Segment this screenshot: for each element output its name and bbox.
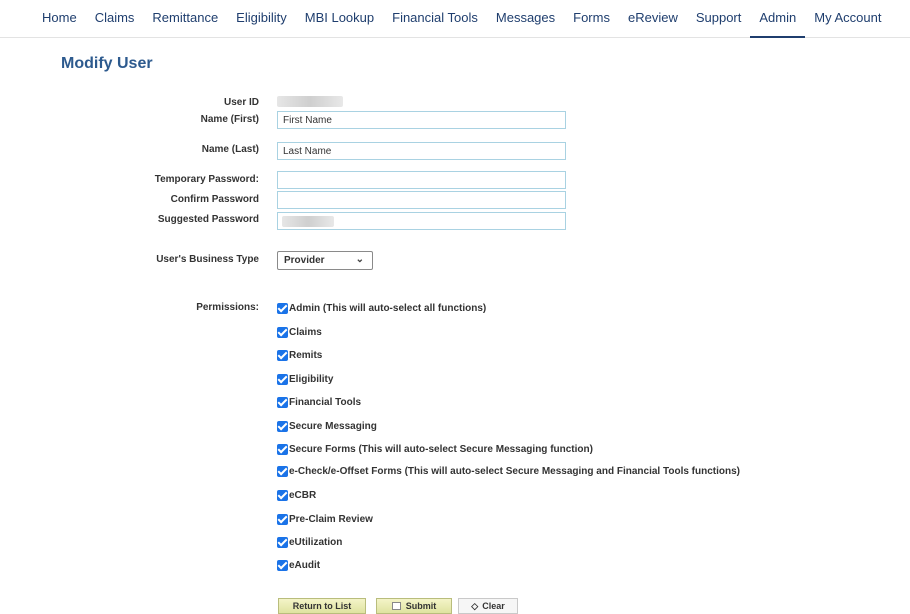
clear-button[interactable]: ◇ Clear bbox=[458, 598, 518, 614]
permission-financial-tools[interactable]: Financial Tools bbox=[277, 397, 361, 408]
nav-forms[interactable]: Forms bbox=[564, 0, 619, 38]
permission-eaudit[interactable]: eAudit bbox=[277, 560, 320, 571]
checkbox-checked-icon[interactable] bbox=[277, 537, 288, 548]
permission-eligibility[interactable]: Eligibility bbox=[277, 374, 333, 385]
nav-messages[interactable]: Messages bbox=[487, 0, 564, 38]
confirm-password-input[interactable] bbox=[277, 191, 566, 209]
permission-echeck-eoffset-forms[interactable]: e-Check/e-Offset Forms (This will auto-s… bbox=[277, 466, 740, 477]
nav-remittance[interactable]: Remittance bbox=[143, 0, 227, 38]
permission-claims[interactable]: Claims bbox=[277, 327, 322, 338]
nav-mbi-lookup[interactable]: MBI Lookup bbox=[296, 0, 383, 38]
return-to-list-button[interactable]: Return to List bbox=[278, 598, 366, 614]
last-name-label: Name (Last) bbox=[201, 144, 259, 155]
suggested-password-field bbox=[277, 212, 566, 230]
nav-support[interactable]: Support bbox=[687, 0, 751, 38]
suggested-password-redacted bbox=[282, 216, 334, 227]
confirm-password-label: Confirm Password bbox=[170, 194, 259, 205]
chevron-down-icon: ⌄ bbox=[355, 254, 364, 265]
permission-secure-messaging[interactable]: Secure Messaging bbox=[277, 421, 377, 432]
temporary-password-input[interactable] bbox=[277, 171, 566, 189]
business-type-select[interactable]: Provider ⌄ bbox=[277, 251, 373, 270]
user-id-value-redacted bbox=[277, 96, 343, 107]
permission-admin[interactable]: Admin (This will auto-select all functio… bbox=[277, 303, 486, 314]
temporary-password-label: Temporary Password: bbox=[154, 174, 259, 185]
page-title: Modify User bbox=[61, 55, 153, 72]
checkbox-checked-icon[interactable] bbox=[277, 421, 288, 432]
checkbox-checked-icon[interactable] bbox=[277, 327, 288, 338]
nav-financial-tools[interactable]: Financial Tools bbox=[383, 0, 487, 38]
search-icon bbox=[391, 602, 401, 610]
checkbox-checked-icon[interactable] bbox=[277, 303, 288, 314]
checkbox-checked-icon[interactable] bbox=[277, 444, 288, 455]
checkbox-checked-icon[interactable] bbox=[277, 374, 288, 385]
checkbox-checked-icon[interactable] bbox=[277, 514, 288, 525]
last-name-input[interactable] bbox=[277, 142, 566, 160]
checkbox-checked-icon[interactable] bbox=[277, 490, 288, 501]
permission-eutilization[interactable]: eUtilization bbox=[277, 537, 342, 548]
diamond-icon: ◇ bbox=[471, 600, 479, 611]
nav-eligibility[interactable]: Eligibility bbox=[227, 0, 296, 38]
nav-claims[interactable]: Claims bbox=[86, 0, 144, 38]
suggested-password-label: Suggested Password bbox=[157, 214, 259, 225]
permission-remits[interactable]: Remits bbox=[277, 350, 322, 361]
checkbox-checked-icon[interactable] bbox=[277, 466, 288, 477]
top-navigation: Home Claims Remittance Eligibility MBI L… bbox=[0, 0, 910, 38]
permission-ecbr[interactable]: eCBR bbox=[277, 490, 316, 501]
business-type-label: User's Business Type bbox=[156, 254, 259, 265]
nav-ereview[interactable]: eReview bbox=[619, 0, 687, 38]
first-name-input[interactable] bbox=[277, 111, 566, 129]
checkbox-checked-icon[interactable] bbox=[277, 560, 288, 571]
business-type-value: Provider bbox=[284, 255, 325, 266]
checkbox-checked-icon[interactable] bbox=[277, 350, 288, 361]
first-name-label: Name (First) bbox=[200, 114, 259, 125]
nav-home[interactable]: Home bbox=[33, 0, 86, 38]
nav-admin[interactable]: Admin bbox=[750, 0, 806, 38]
checkbox-checked-icon[interactable] bbox=[277, 397, 288, 408]
permission-secure-forms[interactable]: Secure Forms (This will auto-select Secu… bbox=[277, 444, 593, 455]
user-id-label: User ID bbox=[223, 97, 259, 108]
submit-button[interactable]: Submit bbox=[376, 598, 452, 614]
permission-pre-claim-review[interactable]: Pre-Claim Review bbox=[277, 514, 373, 525]
nav-my-account[interactable]: My Account bbox=[805, 0, 890, 38]
permissions-label: Permissions: bbox=[196, 302, 259, 313]
